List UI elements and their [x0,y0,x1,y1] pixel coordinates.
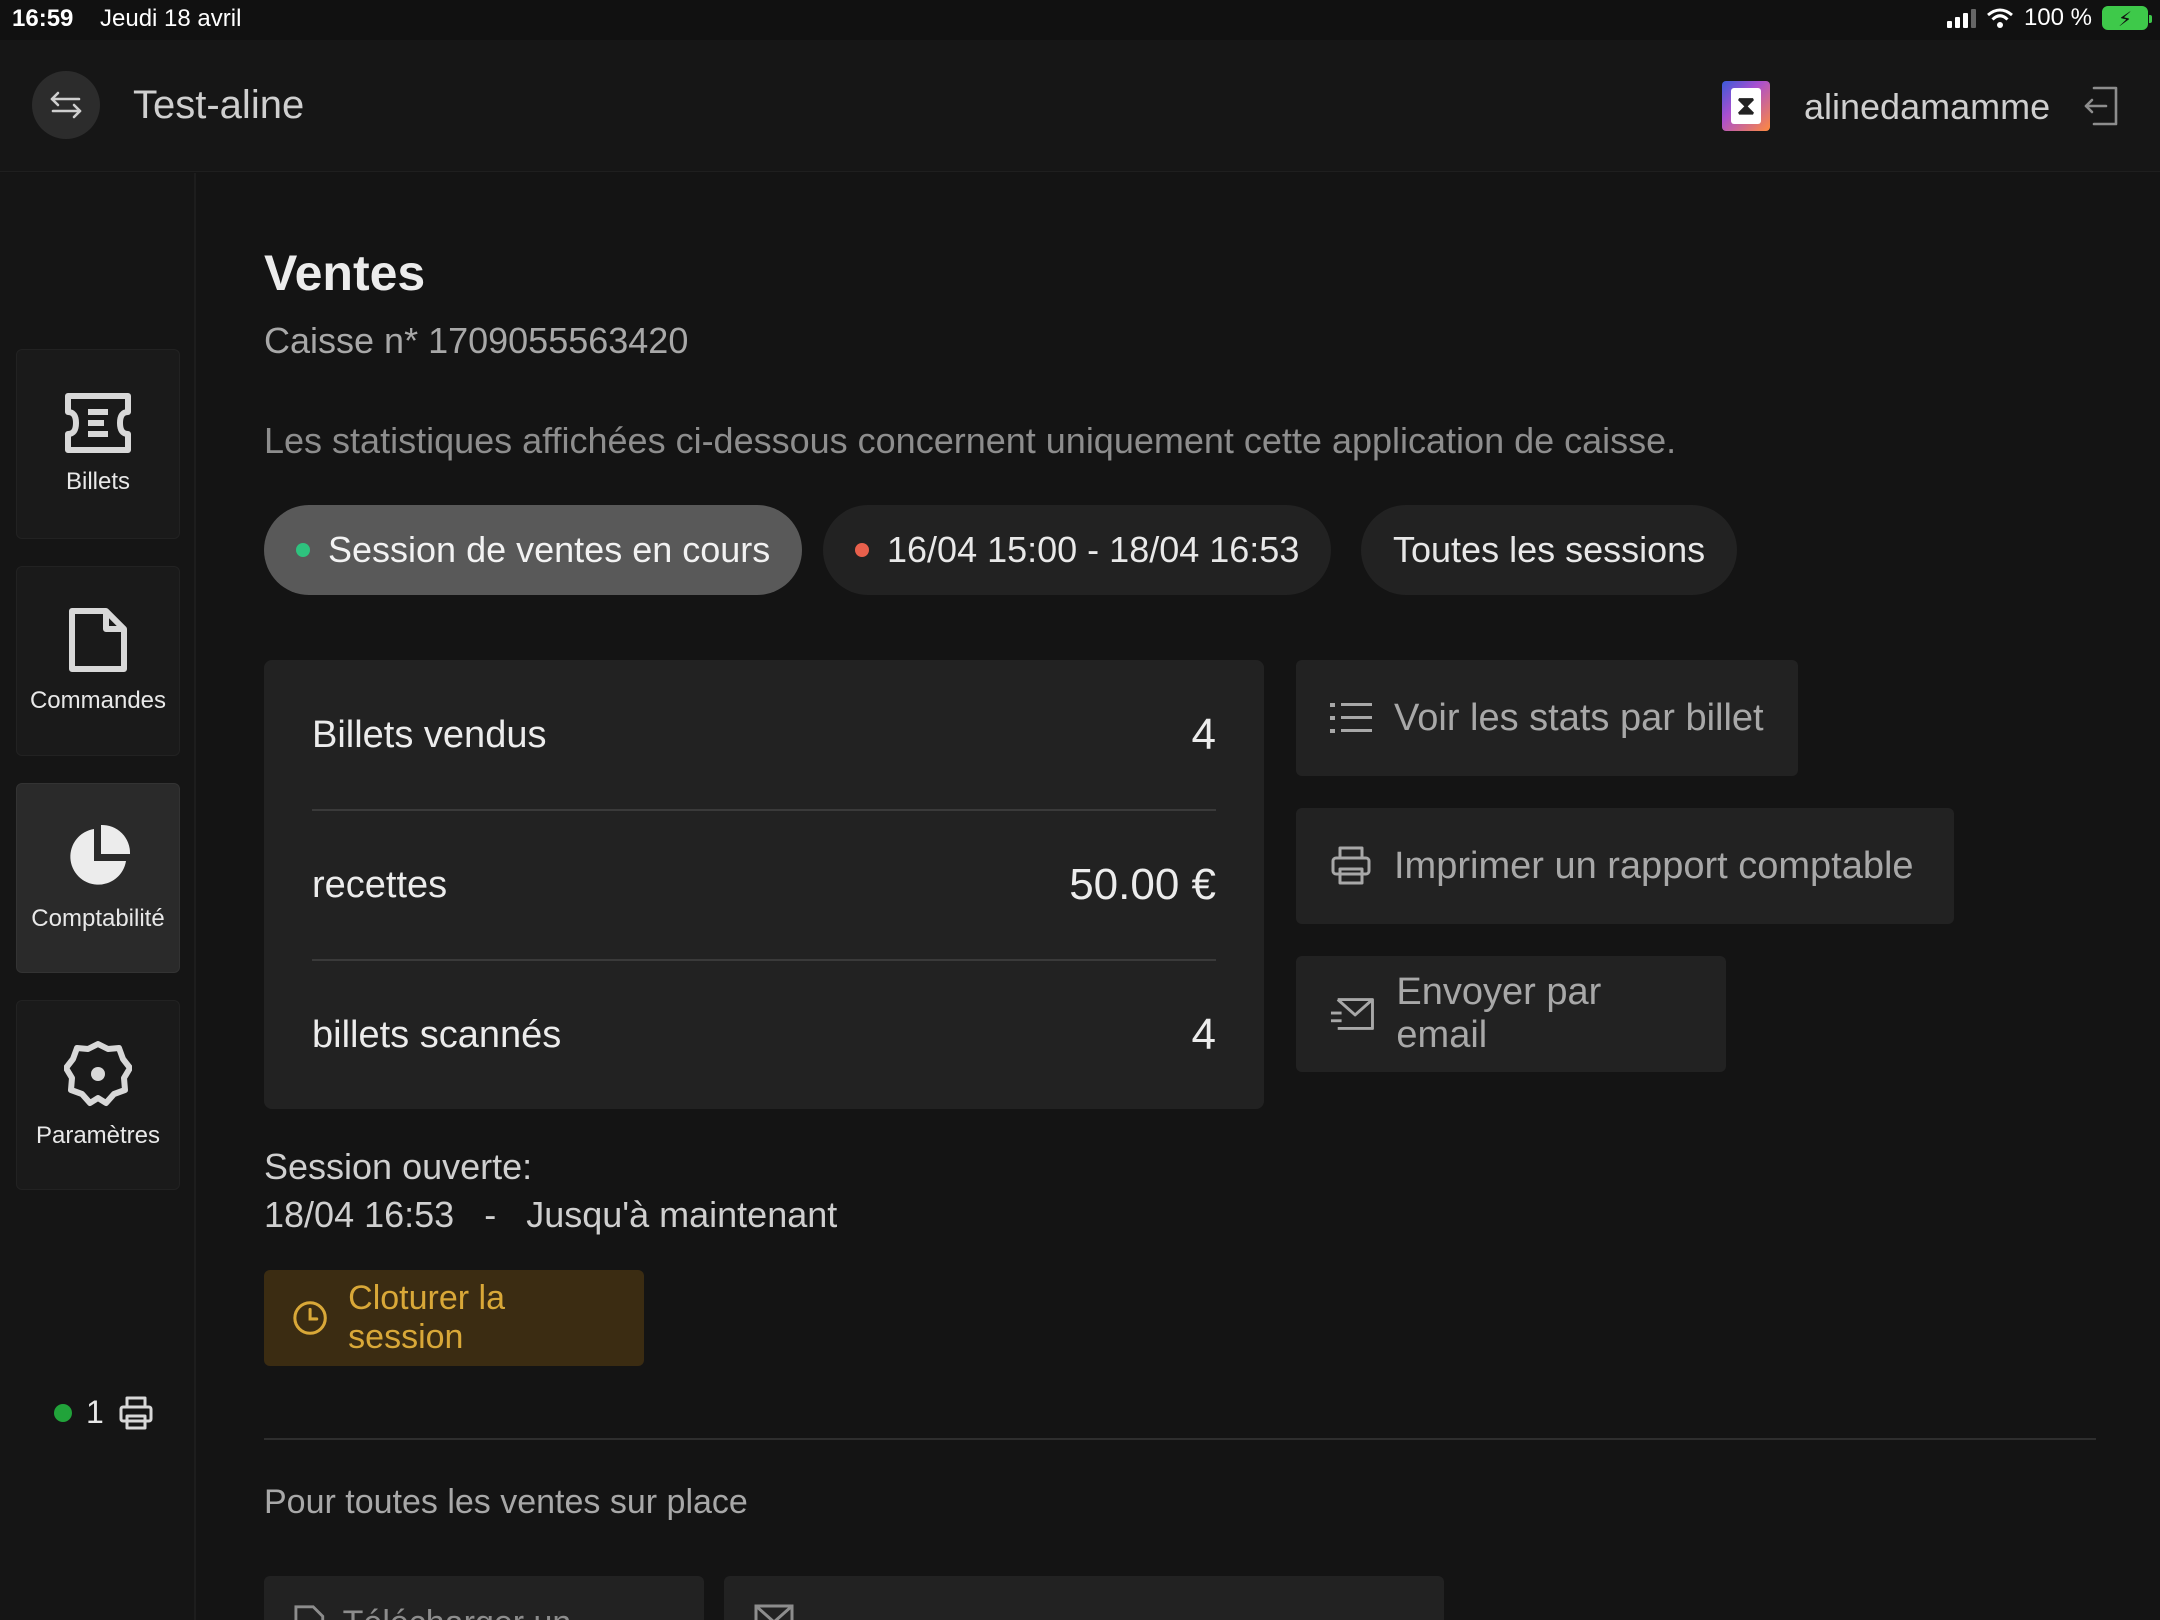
view-ticket-stats-button[interactable]: Voir les stats par billet [1296,660,1798,776]
download-report-button[interactable]: Télécharger un rapport [264,1576,704,1620]
action-label: Imprimer un rapport comptable [1394,844,1914,887]
email-icon [1330,998,1374,1030]
tab-previous-session[interactable]: 16/04 15:00 - 18/04 16:53 [823,505,1332,595]
swap-arrows-icon [50,91,82,119]
sidebar-item-label: Paramètres [35,1122,161,1149]
sidebar-item-label: Comptabilité [31,905,165,932]
session-end: Jusqu'à maintenant [526,1194,838,1235]
user-avatar: ⧗ [1722,81,1770,131]
print-report-button[interactable]: Imprimer un rapport comptable [1296,808,1954,924]
clock-icon [293,1301,327,1335]
section-divider [264,1438,2096,1440]
session-start: 18/04 16:53 [264,1194,455,1235]
download-report-label: Télécharger un rapport [343,1604,674,1620]
close-session-button[interactable]: Cloturer la session [264,1270,644,1366]
printer-icon [1331,846,1371,885]
sidebar-item-comptabilite[interactable]: Comptabilité [16,783,180,973]
send-email-button[interactable]: Envoyer par email [1296,956,1726,1072]
hourglass-icon: ⧗ [1731,88,1761,124]
sidebar-item-parametres[interactable]: Paramètres [16,1000,180,1190]
status-indicators: 100 % ⚡ [1946,4,2152,32]
sidebar: Billets Commandes Comptabilité Paramètre… [0,173,196,1620]
email-report-button[interactable] [724,1576,1444,1620]
stat-value: 4 [1191,710,1216,759]
session-range: 18/04 16:53 - Jusqu'à maintenant [264,1194,837,1236]
sidebar-item-billets[interactable]: Billets [16,349,180,539]
tab-current-session[interactable]: Session de ventes en cours [264,505,803,595]
stat-value: 4 [1191,1010,1216,1059]
printer-icon [119,1396,153,1429]
stat-row: recettes 50.00 € [312,810,1216,960]
stats-scope-note: Les statistiques affichées ci-dessous co… [264,420,1677,461]
stat-label: Billets vendus [312,713,547,756]
session-separator: - [484,1194,497,1235]
close-session-label: Cloturer la session [348,1279,505,1356]
gear-icon [64,1041,132,1106]
stat-row: billets scannés 4 [312,960,1216,1110]
pie-chart-icon [70,824,131,885]
page-title: Ventes [264,245,426,301]
session-live-dot [296,543,310,557]
action-label: Voir les stats par billet [1394,696,1764,739]
tab-label: Toutes les sessions [1393,529,1706,570]
sidebar-item-label: Commandes [29,687,167,714]
stat-row: Billets vendus 4 [312,660,1216,810]
document-icon [69,608,127,672]
sidebar-item-commandes[interactable]: Commandes [16,566,180,756]
session-closed-dot [855,543,869,557]
list-icon [1330,703,1372,733]
onsite-section-title: Pour toutes les ventes sur place [264,1483,748,1521]
stats-card: Billets vendus 4 recettes 50.00 € billet… [264,660,1264,1109]
document-download-icon [294,1605,325,1620]
action-label: Envoyer par email [1396,971,1602,1056]
ticket-icon [65,393,131,453]
status-time: 16:59 [12,5,74,32]
battery-charging-icon: ⚡ [2102,6,2152,31]
email-icon [754,1604,794,1620]
printer-status[interactable]: 1 [54,1394,154,1431]
sidebar-item-label: Billets [65,468,131,495]
stat-label: billets scannés [312,1013,562,1056]
tab-all-sessions[interactable]: Toutes les sessions [1361,505,1738,595]
register-number: Caisse n* 1709055563420 [264,320,689,361]
username: alinedamamme [1804,86,2051,127]
tab-label: 16/04 15:00 - 18/04 16:53 [887,529,1300,570]
cellular-signal-icon [1946,8,1976,28]
session-opened-label: Session ouverte: [264,1146,533,1187]
wifi-icon [1986,8,2013,28]
status-date: Jeudi 18 avril [100,5,242,32]
stat-label: recettes [312,863,448,906]
printer-status-dot [54,1403,72,1422]
status-bar: 16:59 Jeudi 18 avril 100 % ⚡ [0,0,2160,40]
switch-account-button[interactable] [32,71,100,139]
logout-icon[interactable] [2082,84,2122,128]
event-title: Test-aline [133,83,305,127]
battery-percent: 100 % [2023,4,2092,31]
stat-value: 50.00 € [1069,860,1216,909]
tab-label: Session de ventes en cours [328,529,771,570]
app-header: Test-aline ⧗ alinedamamme [0,40,2160,172]
printer-count: 1 [86,1394,104,1430]
